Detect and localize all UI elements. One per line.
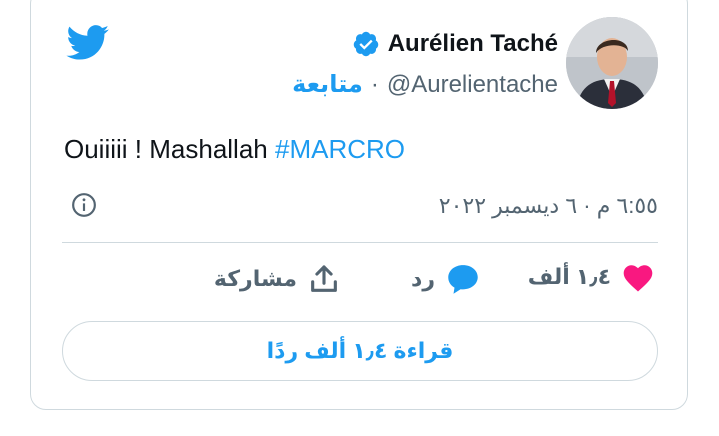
author-handle-row: متابعة · @Aurelientache [292, 70, 558, 99]
twitter-logo-icon[interactable] [66, 25, 110, 61]
divider [62, 242, 658, 243]
heart-icon [623, 265, 653, 292]
like-count: ١٫٤ ألف [527, 264, 611, 289]
author-display-name[interactable]: Aurélien Taché [388, 30, 558, 58]
share-icon [311, 265, 337, 292]
share-button[interactable]: مشاركة [214, 262, 341, 296]
avatar[interactable] [566, 17, 658, 109]
avatar-portrait-icon [566, 17, 658, 109]
reply-label: رد [411, 266, 435, 291]
follow-button[interactable]: متابعة [292, 70, 363, 99]
verified-badge-icon [353, 31, 378, 57]
hashtag-link[interactable]: #MARCRO [275, 134, 405, 164]
separator-dot: · [370, 70, 379, 98]
like-button[interactable]: ١٫٤ ألف [528, 262, 655, 292]
share-label: مشاركة [213, 266, 297, 291]
author-handle[interactable]: @Aurelientache [387, 71, 558, 99]
tweet-timestamp[interactable]: ٦:٥٥ م · ٦ ديسمبر ٢٠٢٢ [439, 193, 658, 219]
reply-icon [448, 265, 478, 294]
info-icon[interactable] [71, 192, 97, 218]
tweet-text-plain: Ouiiiii ! Mashallah [64, 134, 275, 164]
reply-button[interactable]: رد [411, 262, 481, 296]
tweet-text: Ouiiiii ! Mashallah #MARCRO [64, 134, 405, 165]
author-name-row: Aurélien Taché [352, 30, 558, 58]
read-replies-button[interactable]: قراءة ١٫٤ ألف ردًا [62, 321, 658, 381]
